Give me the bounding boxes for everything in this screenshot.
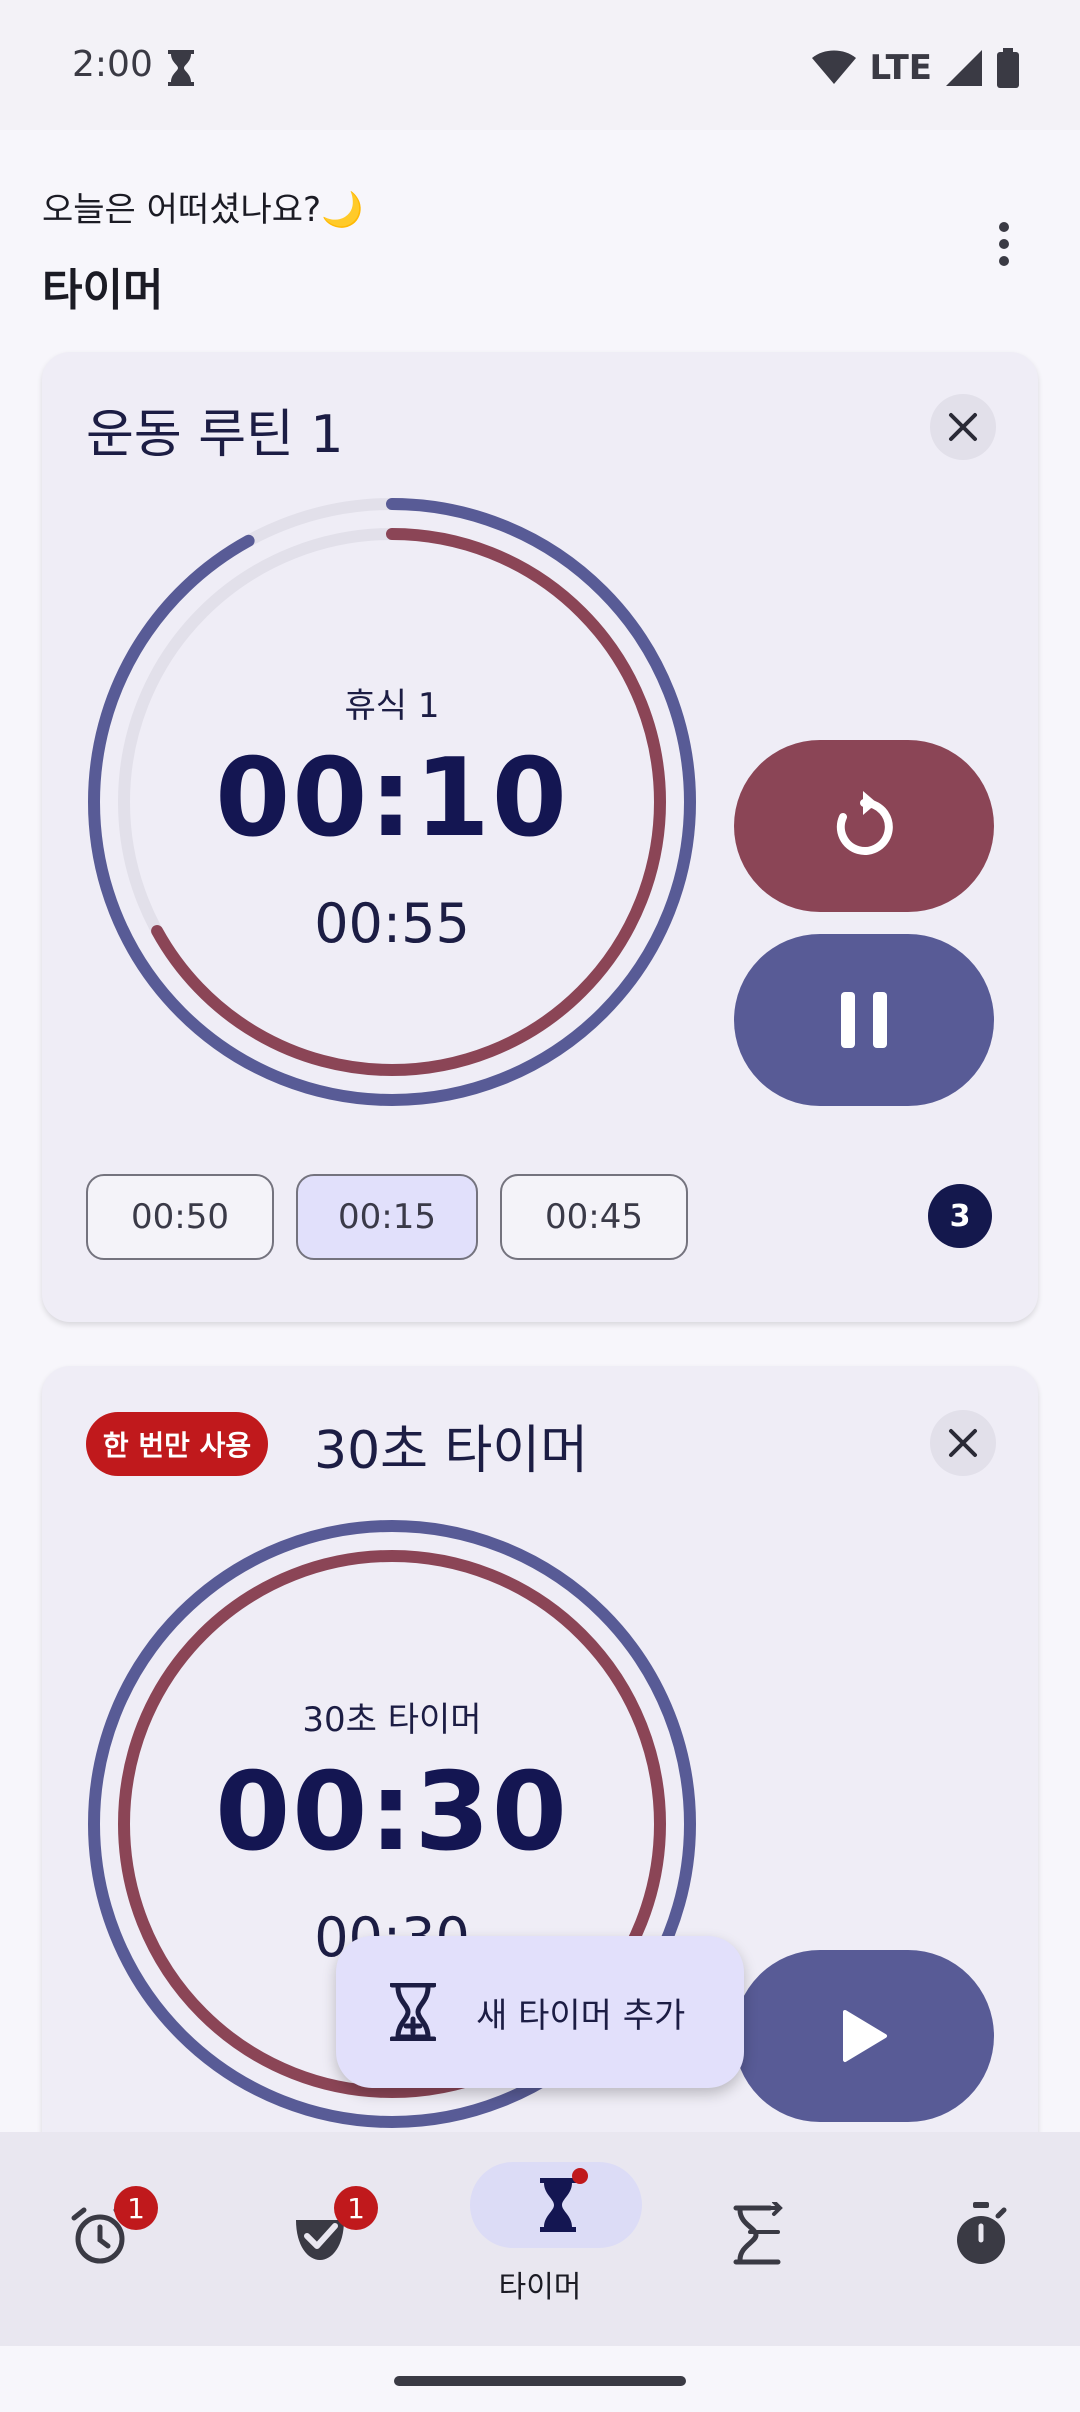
status-time: 2:00 (72, 44, 153, 85)
fab-label: 새 타이머 추가 (476, 1995, 686, 2036)
add-timer-fab[interactable]: 새 타이머 추가 (336, 1936, 744, 2088)
timer-title: 운동 루틴 1 (86, 405, 344, 465)
signal-icon (946, 50, 982, 86)
more-vert-icon[interactable] (982, 214, 1026, 274)
timer-card[interactable]: 운동 루틴 1 휴식 1 00:10 00:55 00:50 00:15 00:… (42, 352, 1038, 1322)
repeat-timer-icon (733, 2202, 783, 2265)
nav-label: 타이머 (498, 2270, 582, 2305)
nav-interval[interactable] (648, 2132, 864, 2346)
timer-title: 30초 타이머 (314, 1421, 589, 1481)
step-chip[interactable]: 00:45 (500, 1174, 688, 1260)
nav-timer[interactable]: 타이머 (432, 2132, 648, 2346)
wifi-icon (811, 50, 856, 84)
notification-badge: 1 (114, 2186, 158, 2230)
bottom-navigation: 1 1 타이머 (0, 2132, 1080, 2346)
phase-label: 휴식 1 (344, 686, 440, 726)
status-icons: LTE (811, 46, 1020, 90)
stopwatch-icon (957, 2202, 1007, 2264)
hourglass-icon (540, 2178, 576, 2232)
add-timer-icon (390, 1983, 436, 2041)
nav-stopwatch[interactable] (864, 2132, 1080, 2346)
start-button[interactable] (734, 1950, 994, 2122)
network-type: LTE (869, 48, 932, 88)
page-title: 타이머 (42, 265, 164, 316)
close-button[interactable] (930, 1410, 996, 1476)
reset-button[interactable] (734, 740, 994, 912)
close-button[interactable] (930, 394, 996, 460)
nav-tasks[interactable]: 1 (216, 2132, 432, 2346)
remaining-time: 00:10 (215, 736, 569, 861)
phase-label: 30초 타이머 (302, 1700, 482, 1740)
pause-button[interactable] (734, 934, 994, 1106)
remaining-time: 00:30 (215, 1750, 569, 1875)
reset-icon (836, 791, 893, 855)
nav-alarm[interactable]: 1 (0, 2132, 216, 2346)
close-icon (949, 413, 977, 441)
battery-icon (997, 48, 1019, 88)
step-chip-selected[interactable]: 00:15 (296, 1174, 478, 1260)
round-count-badge: 3 (928, 1184, 992, 1248)
close-icon (949, 1429, 977, 1457)
active-dot (572, 2168, 588, 2184)
hourglass-icon (168, 50, 194, 86)
step-chip[interactable]: 00:50 (86, 1174, 274, 1260)
play-icon (843, 2010, 887, 2062)
pause-icon (841, 992, 887, 1048)
notification-badge: 1 (334, 2186, 378, 2230)
total-remaining-time: 00:55 (314, 892, 470, 955)
single-use-badge: 한 번만 사용 (86, 1412, 268, 1476)
home-indicator[interactable] (394, 2376, 686, 2386)
greeting-text: 오늘은 어떠셨나요?🌙 (42, 190, 364, 230)
